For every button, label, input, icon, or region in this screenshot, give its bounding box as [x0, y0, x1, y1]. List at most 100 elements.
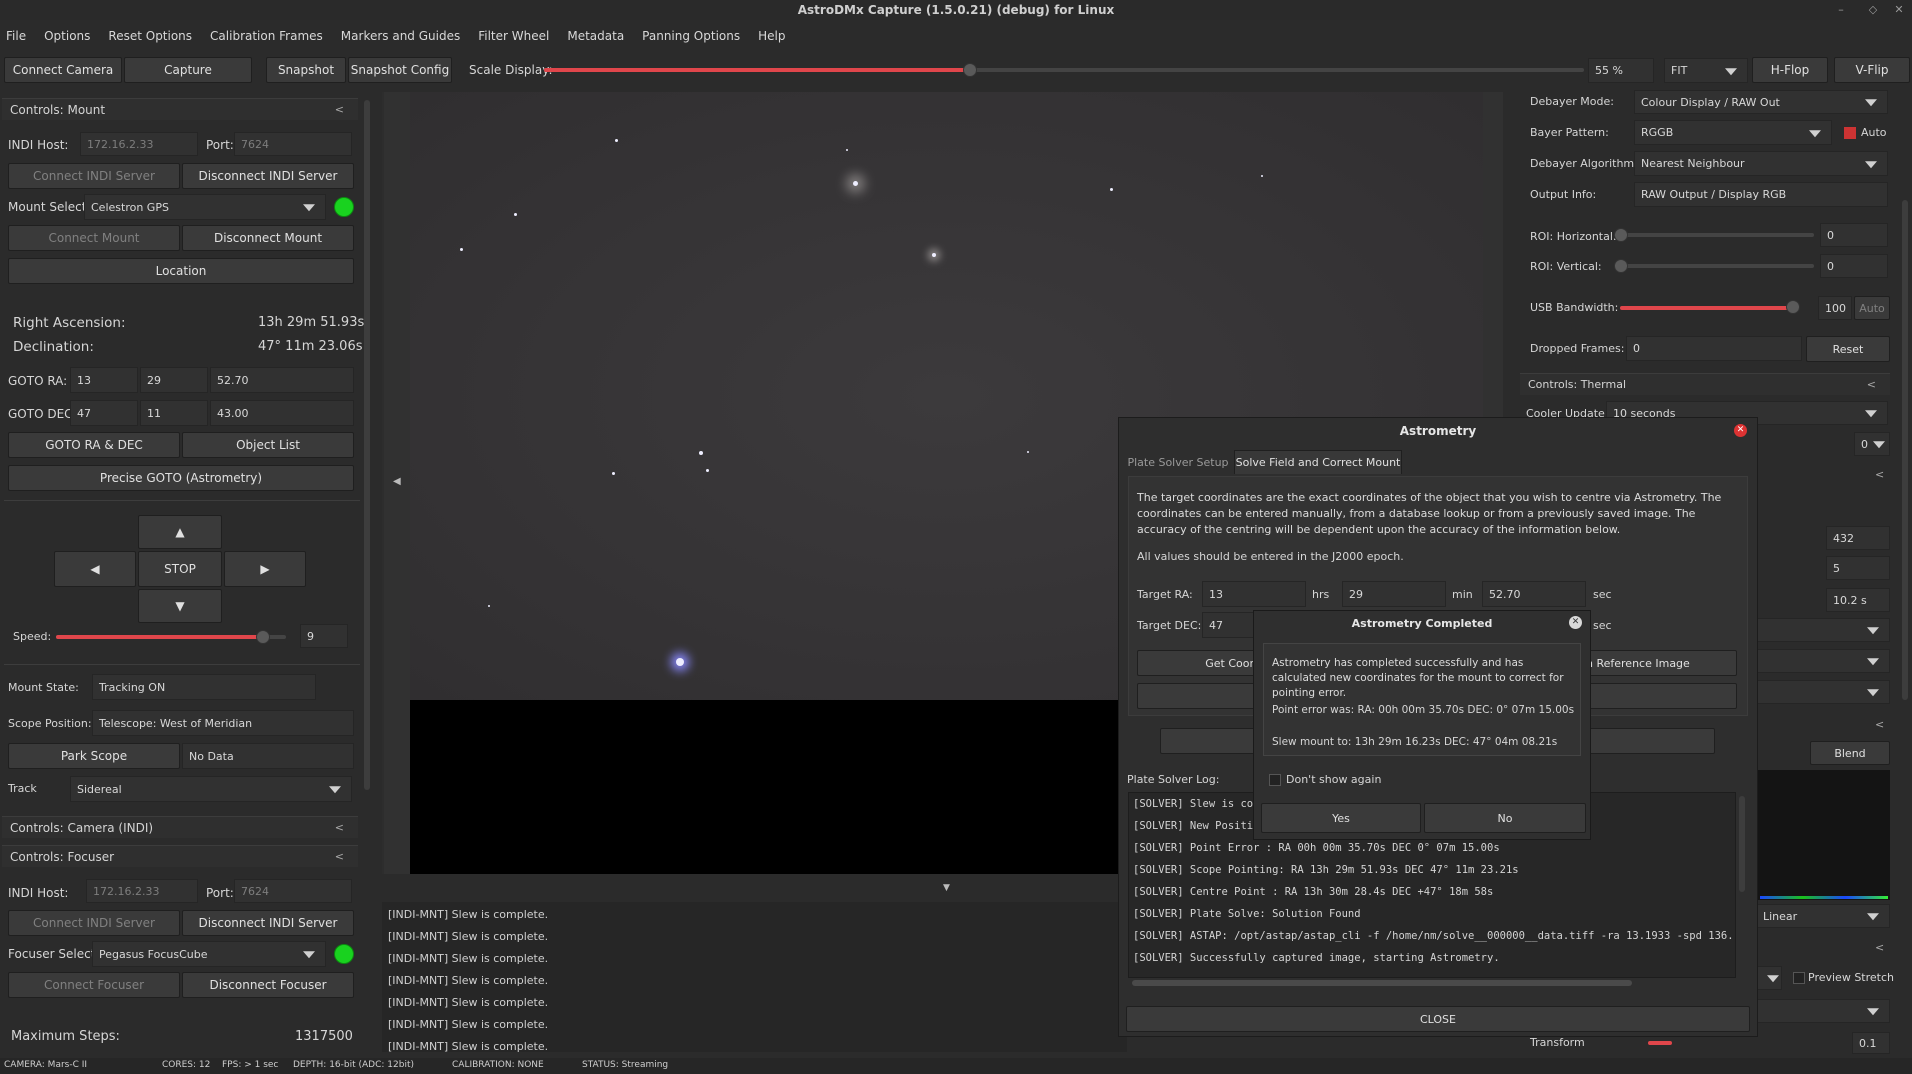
reference-image-button[interactable]: n Reference Image [1585, 650, 1737, 676]
focuser-disconnect-indi-button[interactable]: Disconnect INDI Server [182, 910, 354, 936]
right-select-4[interactable] [1756, 966, 1782, 990]
precise-goto-button[interactable]: Precise GOTO (Astrometry) [8, 465, 354, 491]
usb-bandwidth-slider[interactable] [1620, 306, 1792, 310]
value-5-field[interactable]: 5 [1826, 556, 1890, 580]
speed-slider-handle[interactable] [256, 630, 270, 644]
no-button[interactable]: No [1424, 803, 1586, 833]
close-icon[interactable]: ✕ [1569, 616, 1582, 629]
goto-dec-degrees[interactable]: 47 [70, 400, 138, 426]
capture-button[interactable]: Capture [124, 57, 252, 83]
dialog-button-b[interactable] [1585, 683, 1737, 709]
debayer-mode-select[interactable]: Colour Display / RAW Out [1634, 90, 1888, 114]
focuser-indi-host-field[interactable]: 172.16.2.33 [86, 879, 198, 903]
expand-down-icon[interactable]: ▼ [943, 883, 950, 893]
focuser-port-field[interactable]: 7624 [234, 879, 352, 903]
snapshot-button[interactable]: Snapshot [266, 57, 346, 83]
maximize-icon[interactable]: ◇ [1862, 0, 1884, 20]
h-flop-button[interactable]: H-Flop [1752, 57, 1828, 83]
close-dialog-button[interactable]: CLOSE [1126, 1006, 1750, 1032]
object-list-button[interactable]: Object List [182, 432, 354, 458]
camera-indi-section-header[interactable]: Controls: Camera (INDI) < [2, 816, 358, 838]
v-flip-button[interactable]: V-Flip [1834, 57, 1910, 83]
indi-host-field[interactable]: 172.16.2.33 [80, 132, 198, 156]
value-10s-field[interactable]: 10.2 s [1826, 588, 1890, 612]
value-432-field[interactable]: 432 [1826, 526, 1890, 550]
transform-field[interactable]: 0.1 [1852, 1032, 1890, 1054]
disconnect-focuser-button[interactable]: Disconnect Focuser [182, 972, 354, 998]
move-south-button[interactable]: ▼ [138, 589, 222, 623]
roi-horizontal-slider[interactable] [1622, 233, 1814, 237]
port-field[interactable]: 7624 [234, 132, 352, 156]
collapse-icon[interactable]: < [1875, 718, 1898, 731]
dialog-button-a[interactable] [1137, 683, 1261, 709]
menu-reset-options[interactable]: Reset Options [108, 29, 192, 43]
menu-metadata[interactable]: Metadata [567, 29, 624, 43]
dialog-button-d[interactable] [1585, 728, 1715, 754]
solver-log-hscroll[interactable] [1132, 980, 1632, 986]
focuser-connect-indi-button[interactable]: Connect INDI Server [8, 910, 180, 936]
dialog-button-c[interactable] [1160, 728, 1260, 754]
goto-ra-minutes[interactable]: 29 [140, 367, 208, 393]
collapse-icon[interactable]: < [1875, 941, 1898, 954]
right-select-2[interactable] [1756, 649, 1890, 673]
move-east-button[interactable]: ▶ [224, 551, 306, 587]
menu-panning-options[interactable]: Panning Options [642, 29, 740, 43]
collapse-left-icon[interactable]: ◀ [393, 476, 401, 487]
roi-horizontal-field[interactable]: 0 [1820, 223, 1888, 247]
disconnect-indi-server-button[interactable]: Disconnect INDI Server [182, 163, 354, 189]
snapshot-config-button[interactable]: Snapshot Config [348, 57, 452, 83]
goto-ra-hours[interactable]: 13 [70, 367, 138, 393]
focuser-select[interactable]: Pegasus FocusCube [92, 941, 326, 967]
connect-camera-button[interactable]: Connect Camera [4, 57, 122, 83]
right-select-1[interactable] [1756, 618, 1890, 642]
goto-ra-dec-button[interactable]: GOTO RA & DEC [8, 432, 180, 458]
target-ra-seconds[interactable]: 52.70 [1482, 581, 1586, 607]
track-select[interactable]: Sidereal [70, 776, 352, 802]
usb-bandwidth-handle[interactable] [1786, 300, 1800, 314]
right-select-3[interactable] [1756, 680, 1890, 704]
target-ra-hours[interactable]: 13 [1202, 581, 1306, 607]
usb-bandwidth-field[interactable]: 100 [1818, 296, 1852, 320]
close-icon[interactable]: ✕ [1734, 424, 1747, 437]
speed-field[interactable]: 9 [300, 624, 348, 648]
solver-log-vscroll[interactable] [1739, 796, 1745, 892]
goto-dec-seconds[interactable]: 43.00 [210, 400, 354, 426]
stretch-mode-select[interactable]: Linear [1756, 904, 1890, 928]
tab-solve-field[interactable]: Solve Field and Correct Mount [1234, 450, 1402, 474]
menu-filter-wheel[interactable]: Filter Wheel [478, 29, 549, 43]
target-ra-minutes[interactable]: 29 [1342, 581, 1446, 607]
connect-mount-button[interactable]: Connect Mount [8, 225, 180, 251]
tab-plate-solver-setup[interactable]: Plate Solver Setup [1124, 450, 1232, 474]
bayer-pattern-select[interactable]: RGGB [1634, 120, 1832, 145]
roi-horizontal-handle[interactable] [1614, 228, 1628, 242]
scale-slider-handle[interactable] [963, 63, 978, 77]
collapse-icon[interactable]: < [1875, 468, 1898, 481]
small-select[interactable]: 0 [1854, 432, 1890, 456]
debayer-algorithm-select[interactable]: Nearest Neighbour [1634, 151, 1888, 176]
focuser-section-header[interactable]: Controls: Focuser < [2, 845, 358, 867]
roi-vertical-field[interactable]: 0 [1820, 254, 1888, 278]
thermal-section-header[interactable]: Controls: Thermal < [1520, 373, 1890, 395]
transform-slider[interactable] [1648, 1041, 1672, 1045]
minimize-icon[interactable]: – [1830, 0, 1852, 20]
roi-vertical-handle[interactable] [1614, 259, 1628, 273]
right-scrollbar[interactable] [1902, 200, 1908, 700]
connect-focuser-button[interactable]: Connect Focuser [8, 972, 180, 998]
stop-button[interactable]: STOP [138, 551, 222, 587]
goto-dec-minutes[interactable]: 11 [140, 400, 208, 426]
usb-auto-button[interactable]: Auto [1854, 296, 1890, 320]
connect-indi-server-button[interactable]: Connect INDI Server [8, 163, 180, 189]
goto-ra-seconds[interactable]: 52.70 [210, 367, 354, 393]
location-button[interactable]: Location [8, 258, 354, 284]
left-scrollbar[interactable] [364, 100, 370, 790]
yes-button[interactable]: Yes [1261, 803, 1421, 833]
move-west-button[interactable]: ◀ [54, 551, 136, 587]
dont-show-again-checkbox[interactable] [1269, 774, 1281, 786]
preview-stretch-checkbox[interactable] [1793, 972, 1805, 984]
move-north-button[interactable]: ▲ [138, 515, 222, 549]
menu-markers-guides[interactable]: Markers and Guides [341, 29, 460, 43]
zoom-field[interactable]: 55 % [1588, 58, 1654, 83]
fit-select[interactable]: FIT [1664, 58, 1748, 83]
bayer-auto-checkbox[interactable] [1844, 127, 1856, 139]
menu-calibration-frames[interactable]: Calibration Frames [210, 29, 323, 43]
